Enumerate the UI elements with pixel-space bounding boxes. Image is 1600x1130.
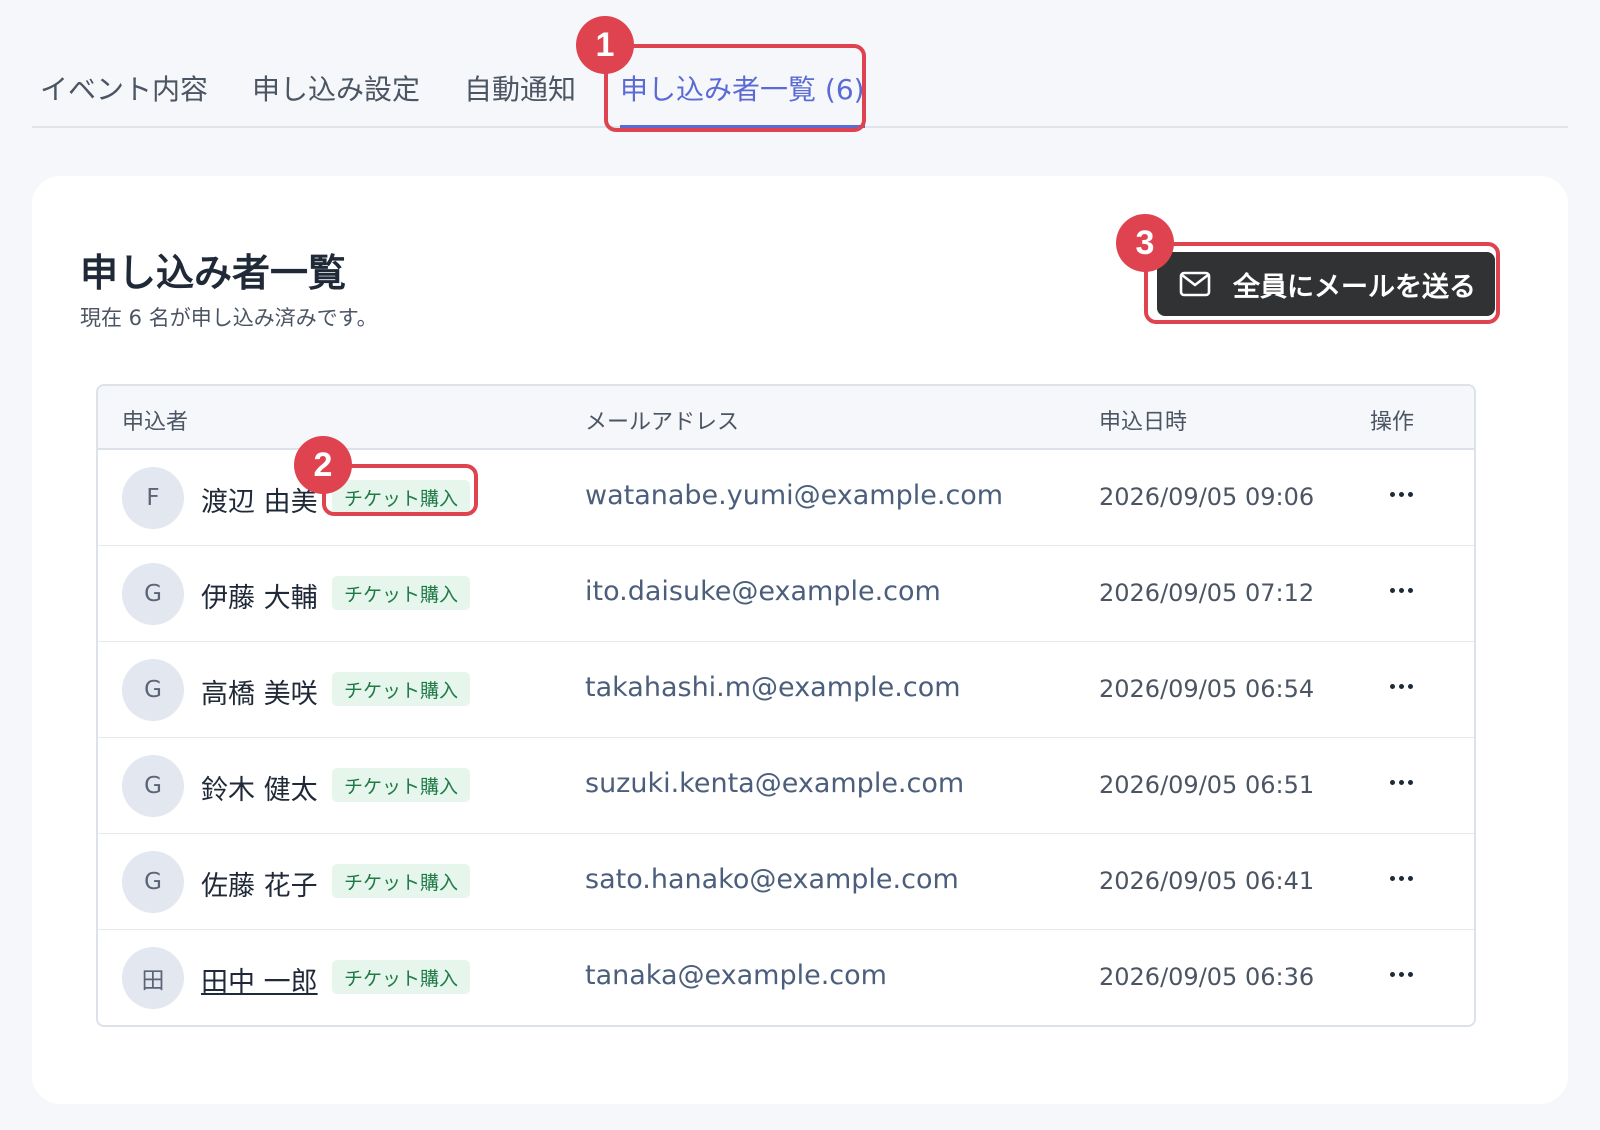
applicant-name: 佐藤 花子	[201, 871, 318, 902]
more-actions-button[interactable]	[1376, 764, 1426, 800]
callout-badge-3: 3	[1116, 214, 1174, 272]
applicant-email: ito.daisuke@example.com	[585, 576, 941, 607]
applicant-email: watanabe.yumi@example.com	[585, 480, 1004, 511]
more-icon	[1389, 491, 1395, 497]
avatar: G	[122, 563, 184, 625]
card-subtitle: 現在 6 名が申し込み済みです。	[80, 306, 378, 330]
applicant-email: suzuki.kenta@example.com	[585, 768, 965, 799]
applicant-name: 鈴木 健太	[201, 775, 318, 806]
tab-event-details[interactable]: イベント内容	[40, 70, 208, 126]
more-actions-button[interactable]	[1376, 668, 1426, 704]
more-actions-button[interactable]	[1376, 860, 1426, 896]
callout-highlight-tab	[604, 44, 866, 132]
more-icon	[1389, 779, 1395, 785]
applicant-name: 伊藤 大輔	[201, 583, 318, 614]
more-icon	[1389, 587, 1395, 593]
table-row: G 伊藤 大輔 チケット購入 ito.daisuke@example.com 2…	[98, 546, 1474, 642]
applicant-name: 高橋 美咲	[201, 679, 318, 710]
applied-at: 2026/09/05 07:12	[1099, 579, 1315, 607]
table-row: G 高橋 美咲 チケット購入 takahashi.m@example.com 2…	[98, 642, 1474, 738]
avatar: G	[122, 755, 184, 817]
applicant-email: sato.hanako@example.com	[585, 864, 959, 895]
applied-at: 2026/09/05 06:54	[1099, 675, 1315, 703]
ticket-tag: チケット購入	[332, 672, 471, 706]
avatar: G	[122, 659, 184, 721]
more-actions-button[interactable]	[1376, 476, 1426, 512]
header-email: メールアドレス	[585, 410, 740, 435]
page: イベント内容 申し込み設定 自動通知 申し込み者一覧 (6) 申し込み者一覧 現…	[0, 0, 1600, 1130]
table-row: G 佐藤 花子 チケット購入 sato.hanako@example.com 2…	[98, 834, 1474, 930]
applied-at: 2026/09/05 06:41	[1099, 867, 1315, 895]
avatar: F	[122, 467, 184, 529]
applied-at: 2026/09/05 06:51	[1099, 771, 1315, 799]
more-icon	[1389, 971, 1395, 977]
card-title: 申し込み者一覧	[80, 251, 347, 295]
callout-highlight-mail-button	[1144, 242, 1500, 324]
table-header: 申込者 メールアドレス 申込日時 操作	[98, 386, 1474, 450]
table-row: 田 田中 一郎 チケット購入 tanaka@example.com 2026/0…	[98, 930, 1474, 1025]
ticket-tag: チケット購入	[332, 960, 471, 994]
tab-application-settings[interactable]: 申し込み設定	[252, 70, 420, 126]
applicant-email: tanaka@example.com	[585, 960, 887, 991]
avatar: G	[122, 851, 184, 913]
more-icon	[1389, 683, 1395, 689]
tab-auto-notification[interactable]: 自動通知	[464, 70, 576, 126]
ticket-tag: チケット購入	[332, 864, 471, 898]
header-actions: 操作	[1370, 410, 1415, 435]
table-row: G 鈴木 健太 チケット購入 suzuki.kenta@example.com …	[98, 738, 1474, 834]
ticket-tag: チケット購入	[332, 768, 471, 802]
more-icon	[1389, 875, 1395, 881]
applicant-name-link[interactable]: 田中 一郎	[201, 960, 318, 999]
more-actions-button[interactable]	[1376, 956, 1426, 992]
applied-at: 2026/09/05 09:06	[1099, 483, 1315, 511]
callout-badge-2: 2	[294, 436, 352, 494]
callout-badge-1: 1	[576, 16, 634, 74]
header-date: 申込日時	[1099, 410, 1188, 435]
applied-at: 2026/09/05 06:36	[1099, 963, 1315, 991]
more-actions-button[interactable]	[1376, 572, 1426, 608]
applicant-name: 渡辺 由美	[201, 487, 318, 518]
header-applicant: 申込者	[122, 410, 189, 435]
avatar: 田	[122, 947, 184, 1009]
ticket-tag: チケット購入	[332, 576, 471, 610]
applicant-email: takahashi.m@example.com	[585, 672, 961, 703]
